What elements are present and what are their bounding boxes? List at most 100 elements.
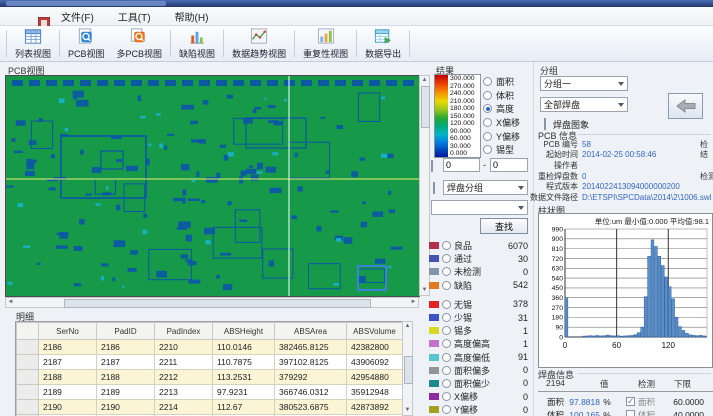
metric-radio-option[interactable]: Y偏移: [483, 129, 531, 143]
legend-radio[interactable]: [442, 326, 451, 335]
group-select[interactable]: 分组一: [540, 76, 628, 91]
legend-radio[interactable]: [442, 339, 451, 348]
radio-icon[interactable]: [483, 91, 492, 100]
legend-radio[interactable]: [442, 281, 451, 290]
legend-item[interactable]: 高度偏低91: [429, 351, 530, 364]
detail-row-header[interactable]: [17, 340, 39, 355]
detail-cell: 2212: [155, 370, 213, 385]
title-bar[interactable]: [0, 0, 713, 7]
metric-radio-option[interactable]: 面积: [483, 75, 531, 89]
legend-item[interactable]: 锡多1: [429, 324, 530, 337]
legend-radio[interactable]: [442, 353, 451, 362]
menu-item-help[interactable]: 帮助(H): [172, 8, 212, 25]
radio-icon[interactable]: [483, 132, 492, 141]
legend-radio[interactable]: [442, 254, 451, 263]
toolbar-button-data-trend-view[interactable]: 数据趋势视图: [226, 26, 292, 61]
table-row[interactable]: 21892189221397.9231366746.031235912948: [17, 385, 403, 400]
pad-info-checkbox[interactable]: [626, 397, 635, 406]
legend-radio[interactable]: [442, 241, 451, 250]
menu-item-tools[interactable]: 工具(T): [115, 8, 154, 25]
radio-icon[interactable]: [483, 104, 492, 113]
radio-icon[interactable]: [483, 118, 492, 127]
pad-info-checkbox[interactable]: [626, 410, 635, 416]
detail-row-header[interactable]: [17, 355, 39, 370]
toolbar-button-repeatability-view[interactable]: 重复性视图: [297, 26, 354, 61]
legend-item[interactable]: 未检测0: [429, 265, 530, 278]
svg-text:630: 630: [552, 266, 564, 273]
detail-col-header[interactable]: PadID: [97, 323, 155, 340]
legend-item[interactable]: 无锡378: [429, 298, 530, 311]
detail-col-header[interactable]: ABSArea: [275, 323, 347, 340]
table-row[interactable]: 218721872211110.7875397102.812543906092: [17, 355, 403, 370]
pcb-h-scrollbar[interactable]: ◄ ►: [5, 297, 419, 308]
menu-item-file[interactable]: 文件(F): [58, 8, 97, 25]
detail-col-header[interactable]: ABSVolume: [347, 323, 403, 340]
detail-scroll-thumb[interactable]: [404, 356, 413, 384]
all-pads-select[interactable]: 全部焊盘: [540, 97, 628, 112]
metric-radio-option[interactable]: 锡型: [483, 143, 531, 157]
legend-radio[interactable]: [442, 379, 451, 388]
svg-text:720: 720: [552, 256, 564, 263]
scroll-right-icon[interactable]: ►: [409, 298, 418, 307]
legend-radio[interactable]: [442, 300, 451, 309]
legend-item[interactable]: 面积偏少0: [429, 377, 530, 390]
legend-item[interactable]: 高度偏高1: [429, 337, 530, 350]
radio-icon[interactable]: [483, 145, 492, 154]
scroll-left-icon[interactable]: ◄: [6, 298, 15, 307]
table-row[interactable]: 218621862210110.0146382465.812542382800: [17, 340, 403, 355]
detail-row-header[interactable]: [17, 400, 39, 415]
pad-info-col-lower: 下限: [674, 378, 691, 390]
color-scale-value: 270.000: [450, 83, 480, 90]
detail-col-header[interactable]: PadIndex: [155, 323, 213, 340]
legend-item[interactable]: 良品6070: [429, 239, 530, 252]
metric-radio-option[interactable]: X偏移: [483, 116, 531, 130]
back-arrow-button[interactable]: [668, 93, 703, 119]
table-row[interactable]: 218821882212113.253137929242954880: [17, 370, 403, 385]
pad-group-value-select[interactable]: [431, 200, 528, 215]
pad-group-checkbox[interactable]: [433, 182, 435, 194]
legend-item[interactable]: 通过30: [429, 252, 530, 265]
legend-item[interactable]: X偏移0: [429, 390, 530, 403]
pcb-canvas[interactable]: [5, 75, 420, 297]
pad-info-metric-name: 面积: [538, 396, 564, 408]
range-filter-checkbox[interactable]: [431, 160, 433, 172]
radio-icon[interactable]: [483, 77, 492, 86]
detail-col-header[interactable]: SerNo: [39, 323, 97, 340]
legend-radio[interactable]: [442, 313, 451, 322]
legend-item[interactable]: 缺陷542: [429, 279, 530, 292]
pad-info-checkbox-label: 面积: [638, 396, 664, 408]
toolbar-button-defect-view[interactable]: 缺陷视图: [173, 26, 221, 61]
detail-v-scrollbar[interactable]: ▲ ▼: [402, 321, 413, 416]
toolbar-button-list-view[interactable]: 列表视图: [9, 26, 57, 61]
legend-radio[interactable]: [442, 366, 451, 375]
legend-item[interactable]: Y偏移0: [429, 403, 530, 416]
scroll-down-icon[interactable]: ▼: [420, 286, 429, 295]
toolbar-button-pcb-view[interactable]: PCB视图: [62, 26, 111, 61]
pad-group-select[interactable]: 焊盘分组: [443, 180, 528, 195]
scroll-up-icon[interactable]: ▲: [403, 322, 412, 331]
pcb-info-value: 2014-02-25 00:58:46: [582, 150, 656, 159]
legend-item[interactable]: 面积偏多0: [429, 364, 530, 377]
detail-row-header[interactable]: [17, 385, 39, 400]
toolbar-button-multi-pcb-view[interactable]: 多PCB视图: [111, 26, 169, 61]
detail-cell: 2186: [39, 340, 97, 355]
detail-row-header[interactable]: [17, 370, 39, 385]
scroll-up-icon[interactable]: ▲: [420, 76, 429, 85]
legend-radio[interactable]: [442, 392, 451, 401]
metric-radio-option[interactable]: 体积: [483, 89, 531, 103]
legend-radio[interactable]: [442, 405, 451, 414]
pcb-v-scroll-thumb[interactable]: [421, 86, 430, 128]
range-max-input[interactable]: [490, 158, 528, 172]
detail-col-header[interactable]: ABSHeight: [213, 323, 275, 340]
legend-radio[interactable]: [442, 267, 451, 276]
scroll-down-icon[interactable]: ▼: [403, 406, 412, 415]
metric-radio-option[interactable]: 高度: [483, 102, 531, 116]
range-min-input[interactable]: [443, 158, 480, 172]
find-button[interactable]: 查找: [480, 218, 528, 234]
legend-item[interactable]: 少锡31: [429, 311, 530, 324]
table-row[interactable]: 219021902214112.67380523.687542873892: [17, 400, 403, 415]
legend-color-swatch: [429, 393, 439, 400]
toolbar-button-data-export[interactable]: 数据导出: [359, 26, 407, 61]
pcb-h-scroll-thumb[interactable]: [64, 299, 371, 308]
legend-label: 良品: [454, 239, 472, 252]
